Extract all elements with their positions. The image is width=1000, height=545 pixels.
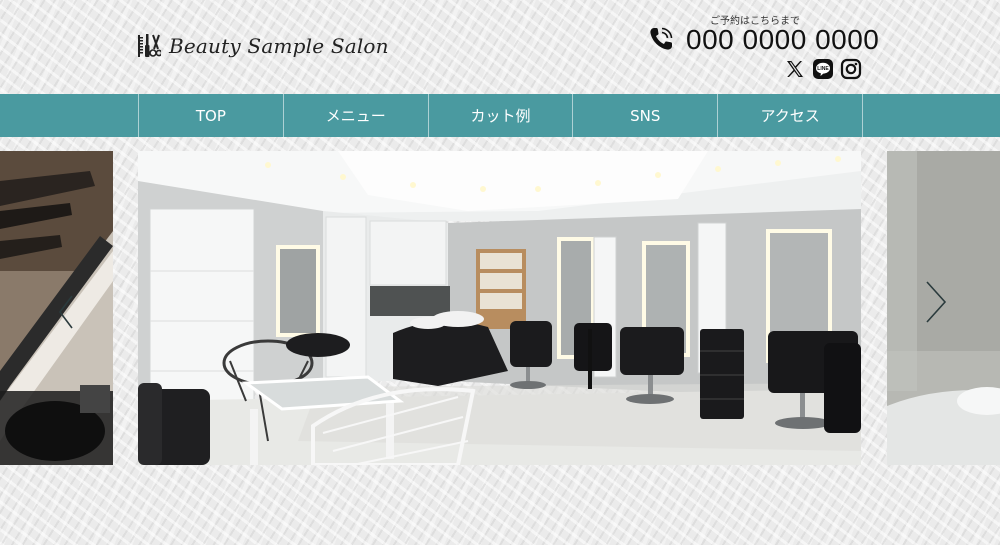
main-nav: TOP メニュー カット例 SNS アクセス (0, 94, 1000, 137)
nav-list: TOP メニュー カット例 SNS アクセス (138, 94, 863, 137)
nav-item-sns[interactable]: SNS (573, 94, 719, 137)
slide-current (138, 151, 861, 465)
x-icon[interactable] (784, 58, 806, 80)
nav-item-access[interactable]: アクセス (718, 94, 863, 137)
svg-text:LINE: LINE (817, 66, 829, 72)
phone-icon (650, 27, 673, 50)
nav-item-menu[interactable]: メニュー (284, 94, 429, 137)
line-icon[interactable]: LINE (812, 58, 834, 80)
site-logo[interactable]: Beauty Sample Salon (137, 30, 389, 62)
instagram-icon[interactable] (840, 58, 862, 80)
nav-item-top[interactable]: TOP (139, 94, 284, 137)
chevron-left-icon[interactable] (52, 290, 80, 334)
chevron-right-icon[interactable] (921, 280, 949, 324)
logo-text: Beauty Sample Salon (169, 34, 389, 58)
nav-item-cut-examples[interactable]: カット例 (429, 94, 574, 137)
salon-interior-image (138, 151, 861, 465)
barber-tools-icon (138, 34, 161, 57)
phone-number[interactable]: 000 0000 0000 (686, 24, 879, 56)
sns-links: LINE (784, 58, 862, 80)
